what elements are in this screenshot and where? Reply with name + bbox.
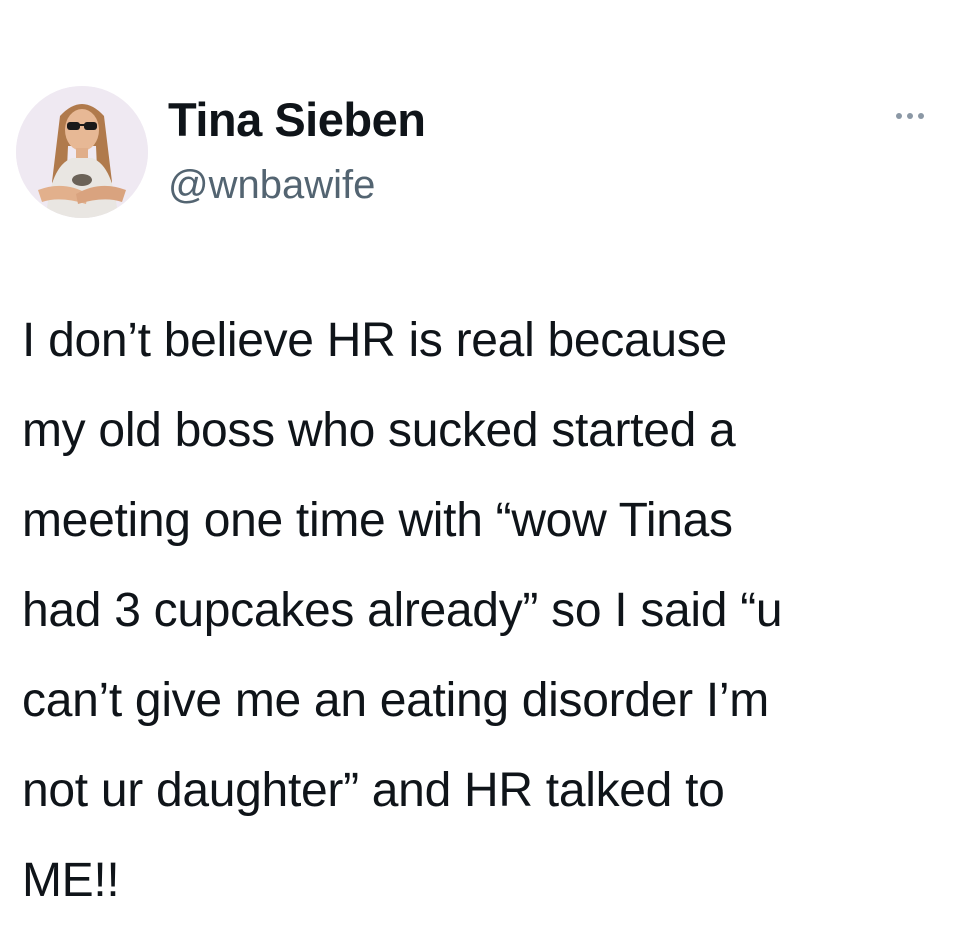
user-handle[interactable]: @wnbawife <box>168 160 375 210</box>
more-options-button[interactable] <box>886 102 934 130</box>
ellipsis-horizontal-icon <box>896 113 902 119</box>
tweet-text-line: can’t give me an eating disorder I’m <box>22 674 769 727</box>
tweet-text: I don’t believe HR is real because my ol… <box>22 296 942 926</box>
ellipsis-dot <box>907 113 913 119</box>
ellipsis-dot <box>918 113 924 119</box>
display-name[interactable]: Tina Sieben <box>168 92 426 148</box>
tweet-card: Tina Sieben @wnbawife I don’t believe HR… <box>0 0 960 937</box>
tweet-text-line: meeting one time with “wow Tinas <box>22 494 733 547</box>
profile-photo-icon <box>16 86 148 218</box>
avatar[interactable] <box>16 86 148 218</box>
tweet-text-line: ME!! <box>22 854 120 907</box>
tweet-text-line: I don’t believe HR is real because <box>22 314 727 367</box>
tweet-text-line: had 3 cupcakes already” so I said “u <box>22 584 783 637</box>
tweet-text-line: not ur daughter” and HR talked to <box>22 764 725 817</box>
tweet-text-line: my old boss who sucked started a <box>22 404 736 457</box>
